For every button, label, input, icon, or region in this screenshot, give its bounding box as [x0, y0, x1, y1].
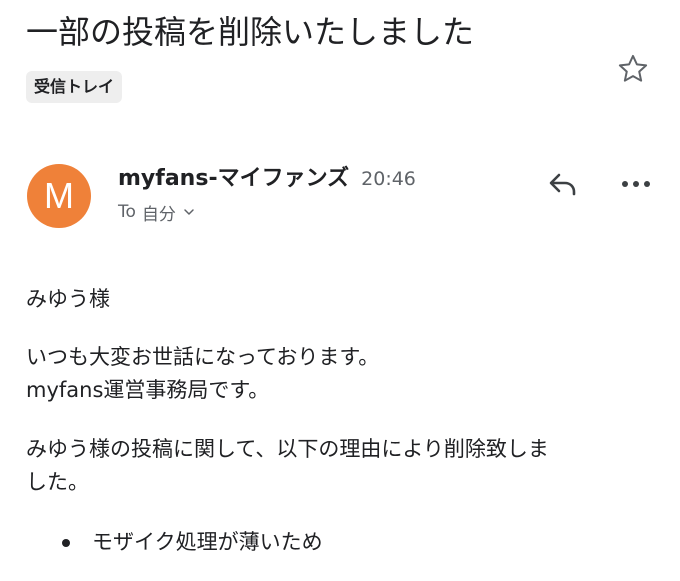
reason-list: モザイク処理が薄いため: [60, 526, 323, 559]
reply-button[interactable]: [543, 166, 583, 202]
list-item-text: モザイク処理が薄いため: [92, 530, 323, 554]
email-subject: 一部の投稿を削除いたしました: [26, 13, 475, 51]
star-button[interactable]: [614, 50, 652, 88]
recipient-details-toggle[interactable]: To 自分: [118, 199, 195, 225]
paragraph-line: いつも大変お世話になっております。: [26, 345, 380, 369]
bullet-dot: [62, 539, 70, 547]
avatar-initial: M: [44, 175, 74, 216]
chevron-down-icon: [183, 206, 195, 218]
more-horizontal-icon: [622, 181, 650, 187]
reply-icon: [549, 173, 576, 196]
sender-line: myfans-マイファンズ 20:46: [118, 160, 416, 192]
paragraph-line: myfans運営事務局です。: [26, 378, 270, 402]
email-paragraph-1: いつも大変お世話になっております。 myfans運営事務局です。: [26, 341, 656, 407]
paragraph-line: した。: [26, 470, 89, 494]
star-outline-icon: [618, 54, 648, 82]
sent-time: 20:46: [361, 168, 416, 190]
inbox-label-chip[interactable]: 受信トレイ: [26, 71, 123, 103]
sender-name[interactable]: myfans-マイファンズ: [118, 160, 349, 192]
email-paragraph-2: みゆう様の投稿に関して、以下の理由により削除致しま した。: [26, 433, 656, 499]
list-item: モザイク処理が薄いため: [60, 526, 323, 559]
to-label: To: [118, 202, 136, 222]
more-options-button[interactable]: [616, 166, 656, 202]
sender-avatar[interactable]: M: [27, 164, 91, 228]
email-greeting: みゆう様: [26, 287, 110, 311]
recipient-name: 自分: [141, 204, 176, 225]
email-view: 一部の投稿を削除いたしました 受信トレイ M myfans-マイファンズ 20:…: [0, 0, 680, 581]
paragraph-line: みゆう様の投稿に関して、以下の理由により削除致しま: [26, 437, 549, 461]
